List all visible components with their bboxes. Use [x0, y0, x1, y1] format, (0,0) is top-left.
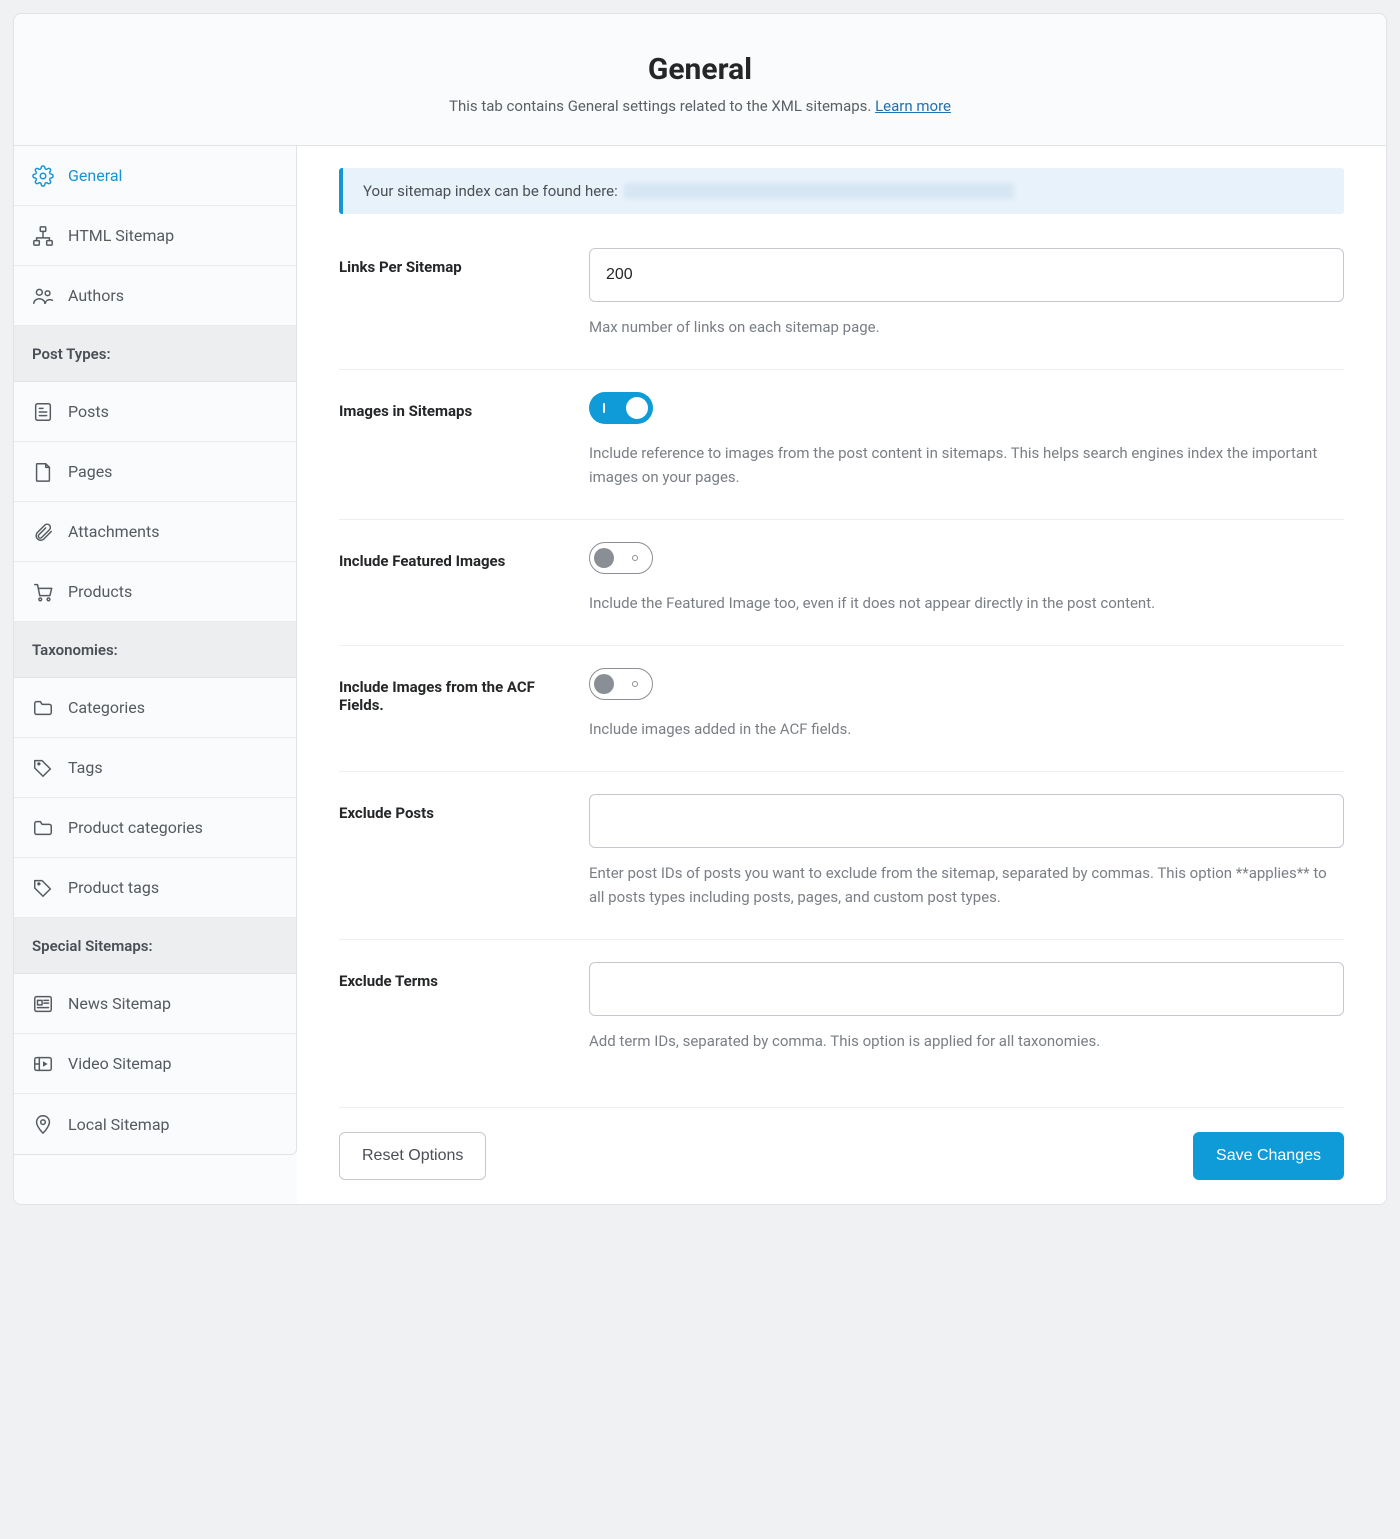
sidebar-item-tags[interactable]: Tags	[14, 738, 296, 798]
sidebar-group-post-types: Post Types:	[14, 326, 296, 382]
include-featured-images-toggle[interactable]	[589, 542, 653, 574]
panel-body: General HTML Sitemap Authors Post Types:	[14, 146, 1386, 1204]
save-changes-button[interactable]: Save Changes	[1193, 1132, 1344, 1180]
toggle-knob-icon	[594, 674, 614, 694]
learn-more-link[interactable]: Learn more	[875, 97, 951, 115]
field-control: Include reference to images from the pos…	[589, 392, 1344, 489]
exclude-terms-input[interactable]	[589, 962, 1344, 1016]
sidebar-item-products[interactable]: Products	[14, 562, 296, 622]
field-exclude-terms: Exclude Terms Add term IDs, separated by…	[339, 939, 1344, 1083]
field-help: Include reference to images from the pos…	[589, 442, 1344, 489]
sidebar-item-categories[interactable]: Categories	[14, 678, 296, 738]
sidebar: General HTML Sitemap Authors Post Types:	[14, 146, 297, 1155]
sidebar-item-label: HTML Sitemap	[68, 226, 174, 245]
sidebar-item-posts[interactable]: Posts	[14, 382, 296, 442]
field-images-in-sitemaps: Images in Sitemaps Include reference to …	[339, 369, 1344, 519]
tag-icon	[32, 877, 54, 899]
users-icon	[32, 285, 54, 307]
links-per-sitemap-input[interactable]	[589, 248, 1344, 302]
field-help: Max number of links on each sitemap page…	[589, 316, 1344, 339]
sidebar-item-label: Video Sitemap	[68, 1054, 172, 1073]
sitemap-tree-icon	[32, 225, 54, 247]
exclude-posts-input[interactable]	[589, 794, 1344, 848]
page-title: General	[34, 52, 1366, 87]
field-label: Links Per Sitemap	[339, 248, 569, 339]
sidebar-item-html-sitemap[interactable]: HTML Sitemap	[14, 206, 296, 266]
main-content: Your sitemap index can be found here: Li…	[297, 146, 1386, 1204]
field-label: Images in Sitemaps	[339, 392, 569, 489]
page-subtitle: This tab contains General settings relat…	[34, 97, 1366, 115]
field-control: Add term IDs, separated by comma. This o…	[589, 962, 1344, 1053]
field-label: Exclude Posts	[339, 794, 569, 909]
sidebar-item-label: Products	[68, 582, 132, 601]
sidebar-item-label: General	[68, 166, 122, 185]
field-label: Include Featured Images	[339, 542, 569, 615]
field-control: Include the Featured Image too, even if …	[589, 542, 1344, 615]
footer-actions: Reset Options Save Changes	[339, 1107, 1344, 1204]
field-control: Enter post IDs of posts you want to excl…	[589, 794, 1344, 909]
images-in-sitemaps-toggle[interactable]	[589, 392, 653, 424]
sidebar-item-general[interactable]: General	[14, 146, 296, 206]
field-label: Include Images from the ACF Fields.	[339, 668, 569, 741]
toggle-off-indicator-icon	[632, 555, 638, 561]
field-include-featured-images: Include Featured Images Include the Feat…	[339, 519, 1344, 645]
sidebar-item-product-categories[interactable]: Product categories	[14, 798, 296, 858]
field-control: Max number of links on each sitemap page…	[589, 248, 1344, 339]
pin-icon	[32, 1113, 54, 1135]
include-acf-images-toggle[interactable]	[589, 668, 653, 700]
sidebar-item-label: Local Sitemap	[68, 1115, 170, 1134]
reset-options-button[interactable]: Reset Options	[339, 1132, 486, 1180]
sidebar-item-attachments[interactable]: Attachments	[14, 502, 296, 562]
panel-header: General This tab contains General settin…	[14, 14, 1386, 146]
sidebar-item-pages[interactable]: Pages	[14, 442, 296, 502]
sidebar-item-label: Product tags	[68, 878, 159, 897]
tag-icon	[32, 757, 54, 779]
sidebar-group-taxonomies: Taxonomies:	[14, 622, 296, 678]
sidebar-item-label: Pages	[68, 462, 112, 481]
attachment-icon	[32, 521, 54, 543]
subtitle-text: This tab contains General settings relat…	[449, 97, 871, 115]
toggle-knob-icon	[626, 397, 648, 419]
field-help: Enter post IDs of posts you want to excl…	[589, 862, 1344, 909]
sitemap-index-notice: Your sitemap index can be found here:	[339, 168, 1344, 214]
video-icon	[32, 1053, 54, 1075]
sidebar-item-local-sitemap[interactable]: Local Sitemap	[14, 1094, 296, 1154]
field-label: Exclude Terms	[339, 962, 569, 1053]
field-help: Add term IDs, separated by comma. This o…	[589, 1030, 1344, 1053]
field-include-acf-images: Include Images from the ACF Fields. Incl…	[339, 645, 1344, 771]
sidebar-item-video-sitemap[interactable]: Video Sitemap	[14, 1034, 296, 1094]
sidebar-item-label: Tags	[68, 758, 103, 777]
cart-icon	[32, 581, 54, 603]
field-help: Include images added in the ACF fields.	[589, 718, 1344, 741]
sidebar-item-label: Posts	[68, 402, 109, 421]
post-icon	[32, 401, 54, 423]
field-control: Include images added in the ACF fields.	[589, 668, 1344, 741]
sidebar-item-label: News Sitemap	[68, 994, 171, 1013]
news-icon	[32, 993, 54, 1015]
sidebar-item-label: Categories	[68, 698, 145, 717]
sidebar-item-label: Attachments	[68, 522, 160, 541]
sidebar-item-label: Authors	[68, 286, 124, 305]
notice-text: Your sitemap index can be found here:	[363, 182, 618, 200]
gear-icon	[32, 165, 54, 187]
sidebar-group-special: Special Sitemaps:	[14, 918, 296, 974]
sidebar-item-product-tags[interactable]: Product tags	[14, 858, 296, 918]
sidebar-item-label: Product categories	[68, 818, 203, 837]
sitemap-index-url-blurred	[624, 183, 1014, 199]
page-icon	[32, 461, 54, 483]
sidebar-item-news-sitemap[interactable]: News Sitemap	[14, 974, 296, 1034]
field-help: Include the Featured Image too, even if …	[589, 592, 1344, 615]
folder-icon	[32, 697, 54, 719]
settings-panel: General This tab contains General settin…	[13, 13, 1387, 1205]
field-links-per-sitemap: Links Per Sitemap Max number of links on…	[339, 248, 1344, 369]
folder-icon	[32, 817, 54, 839]
toggle-off-indicator-icon	[632, 681, 638, 687]
toggle-on-indicator-icon	[603, 403, 605, 413]
field-exclude-posts: Exclude Posts Enter post IDs of posts yo…	[339, 771, 1344, 939]
toggle-knob-icon	[594, 548, 614, 568]
sidebar-item-authors[interactable]: Authors	[14, 266, 296, 326]
